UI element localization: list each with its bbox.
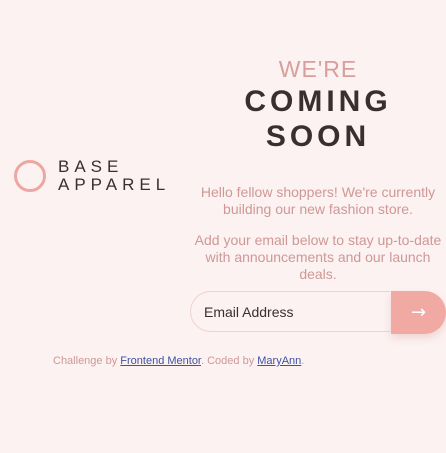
- brand-line-2: APPAREL: [58, 175, 171, 194]
- arrow-right-icon: →: [410, 302, 427, 323]
- attribution-middle: . Coded by: [201, 355, 255, 367]
- hero-title-line-1: COMING: [244, 85, 392, 118]
- hero-title: COMING SOON: [190, 84, 446, 154]
- attribution-prefix: Challenge by: [53, 355, 118, 367]
- email-input[interactable]: [190, 291, 390, 332]
- brand-line-1: BASE: [58, 157, 124, 176]
- brand-ring-icon: [14, 160, 46, 192]
- attribution: Challenge by Frontend Mentor. Coded by M…: [53, 355, 304, 367]
- brand-wordmark: BASE APPAREL: [58, 158, 170, 194]
- author-link[interactable]: MaryAnn: [257, 355, 301, 367]
- brand-logo: BASE APPAREL: [14, 158, 170, 194]
- submit-button[interactable]: →: [391, 291, 446, 334]
- hero-pre-title: WE'RE: [278, 56, 358, 82]
- hero-paragraph-1: Hello fellow shoppers! We're currently b…: [200, 184, 436, 217]
- hero-paragraph-2: Add your email below to stay up-to-date …: [194, 232, 442, 282]
- email-signup-form: →: [190, 291, 446, 334]
- frontend-mentor-link[interactable]: Frontend Mentor: [120, 355, 201, 367]
- hero-title-line-2: SOON: [265, 120, 371, 153]
- coming-soon-page: BASE APPAREL WE'RE COMING SOON Hello fel…: [0, 0, 446, 453]
- hero-content: WE'RE COMING SOON Hello fellow shoppers!…: [190, 56, 446, 283]
- attribution-suffix: .: [301, 355, 305, 367]
